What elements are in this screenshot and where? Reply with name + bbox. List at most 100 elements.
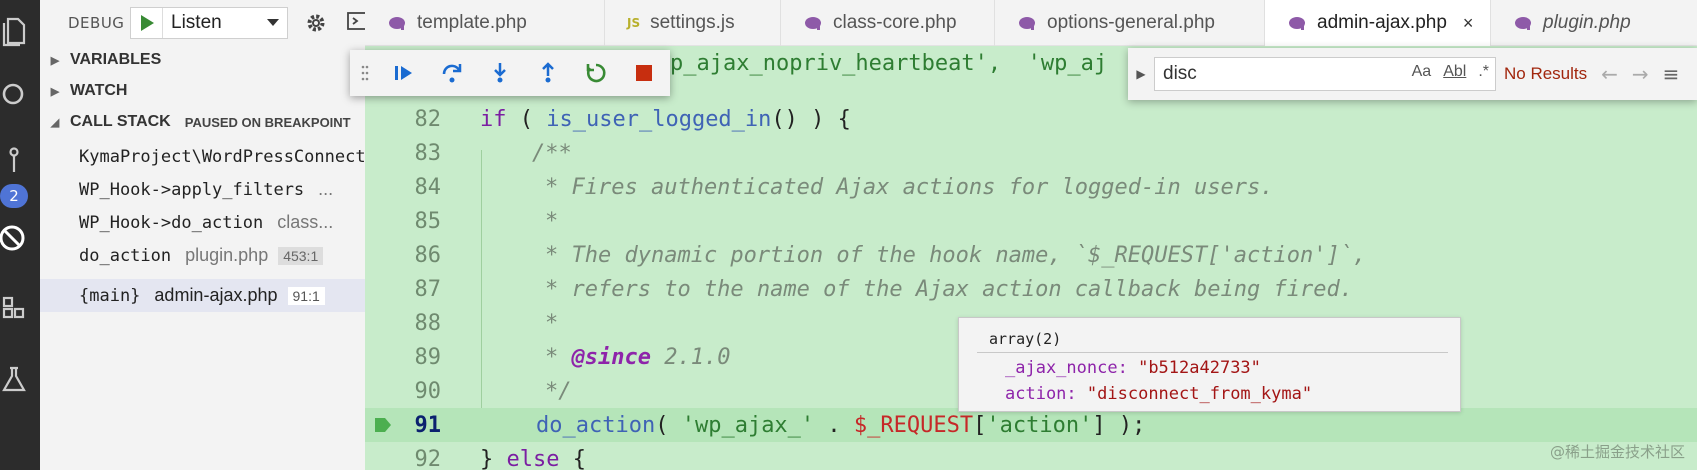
hover-row[interactable]: _ajax_nonce: "b512a42733" xyxy=(1005,358,1261,378)
watch-section[interactable]: ▶ WATCH xyxy=(40,76,365,106)
stack-frame-selected[interactable]: {main} admin-ajax.php 91:1 xyxy=(40,279,365,312)
chevron-down-icon: ◢ xyxy=(50,116,60,129)
find-in-selection-icon[interactable]: ≡ xyxy=(1663,62,1680,86)
step-out-button[interactable] xyxy=(524,53,572,93)
hover-value: "disconnect_from_kyma" xyxy=(1086,384,1313,404)
stack-frame[interactable]: KymaProject\WordPressConnector xyxy=(40,140,365,173)
debug-hover-widget: array(2) _ajax_nonce: "b512a42733" actio… xyxy=(958,317,1461,412)
watch-label: WATCH xyxy=(70,82,128,99)
find-widget: ▶ disc Aa Abl .* No Results ← → ≡ xyxy=(1128,48,1697,100)
explorer-icon[interactable] xyxy=(0,12,30,52)
frame-line: 453:1 xyxy=(278,246,324,265)
code-line-82: 82 if ( is_user_logged_in() ) { xyxy=(365,102,1697,136)
variables-label: VARIABLES xyxy=(70,51,162,68)
step-into-button[interactable] xyxy=(476,53,524,93)
launch-config-select[interactable]: Listen xyxy=(163,12,287,34)
search-icon[interactable] xyxy=(0,76,30,116)
debug-console-icon[interactable] xyxy=(347,12,365,34)
code-line-83: 83 /** xyxy=(365,136,1697,170)
variables-section[interactable]: ▶ VARIABLES xyxy=(40,45,365,75)
find-input[interactable]: disc Aa Abl .* xyxy=(1154,57,1496,91)
line-number: 87 xyxy=(414,276,442,302)
watermark: @稀土掘金技术社区 xyxy=(1549,443,1685,461)
stack-frame[interactable]: WP_Hook->do_action class... xyxy=(40,206,365,239)
hover-key: action: xyxy=(1005,384,1077,404)
tab-label: class-core.php xyxy=(833,12,957,33)
code-line-91-current: 91 do_action( 'wp_ajax_' . $_REQUEST['ac… xyxy=(365,408,1697,442)
code-line-87: 87 * refers to the name of the Ajax acti… xyxy=(365,272,1697,306)
php-elephant-icon xyxy=(1513,15,1533,31)
drag-handle-icon[interactable] xyxy=(350,64,380,82)
step-over-icon xyxy=(442,64,462,83)
close-icon[interactable]: × xyxy=(1463,13,1474,34)
stack-frame[interactable]: WP_Hook->apply_filters ... xyxy=(40,173,365,206)
debug-icon[interactable] xyxy=(0,218,30,258)
code-text: */ xyxy=(545,378,572,404)
find-status: No Results xyxy=(1504,64,1588,83)
code-line-86: 86 * The dynamic portion of the hook nam… xyxy=(365,238,1697,272)
tab-options-general-php[interactable]: options-general.php xyxy=(995,0,1265,46)
hover-row[interactable]: action: "disconnect_from_kyma" xyxy=(1005,384,1312,404)
find-input-value: disc xyxy=(1163,63,1197,84)
find-options: Aa Abl .* xyxy=(1412,63,1489,81)
code-text: * The dynamic portion of the hook name, … xyxy=(545,242,1367,268)
js-icon: JS xyxy=(627,16,641,30)
step-over-button[interactable] xyxy=(428,53,476,93)
call-stack-label: CALL STACK xyxy=(70,113,171,130)
tab-label: admin-ajax.php xyxy=(1317,12,1447,33)
code-line-84: 84 * Fires authenticated Ajax actions fo… xyxy=(365,170,1697,204)
tab-label: settings.js xyxy=(650,12,735,33)
line-number: 88 xyxy=(414,310,442,336)
toggle-replace-chevron-icon[interactable]: ▶ xyxy=(1128,67,1154,81)
line-number: 86 xyxy=(414,242,442,268)
tab-label: plugin.php xyxy=(1543,12,1631,33)
php-elephant-icon xyxy=(803,15,823,31)
code-text: if ( is_user_logged_in() ) { xyxy=(480,106,851,132)
chevron-right-icon: ▶ xyxy=(50,85,60,98)
tab-class-core-php[interactable]: class-core.php xyxy=(781,0,995,46)
frame-file: ... xyxy=(318,179,334,199)
tab-admin-ajax-php[interactable]: admin-ajax.php × xyxy=(1265,0,1491,46)
previous-match-arrow-icon[interactable]: ← xyxy=(1601,62,1618,86)
frame-file: plugin.php xyxy=(185,245,269,265)
code-text: * xyxy=(545,208,559,234)
call-stack-section[interactable]: ◢ CALL STACK PAUSED ON BREAKPOINT xyxy=(40,107,365,137)
debug-header: DEBUG Listen xyxy=(40,0,365,46)
tab-plugin-php[interactable]: plugin.php xyxy=(1491,0,1697,46)
use-regex-toggle[interactable]: .* xyxy=(1478,63,1489,81)
start-debugging-button[interactable] xyxy=(131,8,163,38)
source-control-badge: 2 xyxy=(0,184,28,208)
frame-function: KymaProject\WordPressConnector xyxy=(79,146,365,167)
php-elephant-icon xyxy=(1017,15,1037,31)
frame-function: {main} xyxy=(79,285,141,306)
frame-function: WP_Hook->do_action xyxy=(79,212,264,233)
line-number: 92 xyxy=(414,446,442,470)
step-into-icon xyxy=(494,63,506,83)
php-elephant-icon xyxy=(1287,15,1307,31)
debug-toolbar xyxy=(350,50,670,96)
restart-button[interactable] xyxy=(572,53,620,93)
source-control-icon[interactable] xyxy=(0,142,30,182)
frame-file: class... xyxy=(277,212,334,232)
frame-function: WP_Hook->apply_filters xyxy=(79,179,305,200)
line-number: 83 xyxy=(414,140,442,166)
continue-button[interactable] xyxy=(380,53,428,93)
line-number: 90 xyxy=(414,378,442,404)
frame-line: 91:1 xyxy=(287,286,325,305)
gear-icon[interactable] xyxy=(302,9,330,37)
extensions-icon[interactable] xyxy=(0,288,30,328)
tab-settings-js[interactable]: JS settings.js xyxy=(605,0,781,46)
hover-key: _ajax_nonce: xyxy=(1005,358,1128,378)
stop-button[interactable] xyxy=(620,53,668,93)
launch-config-group: Listen xyxy=(130,7,288,39)
play-icon xyxy=(140,15,154,31)
next-match-arrow-icon[interactable]: → xyxy=(1632,62,1649,86)
match-whole-word-toggle[interactable]: Abl xyxy=(1443,63,1466,81)
restart-icon xyxy=(586,63,606,83)
tab-template-php[interactable]: template.php xyxy=(365,0,605,46)
dropdown-caret-icon xyxy=(267,19,279,26)
test-flask-icon[interactable] xyxy=(0,360,30,400)
match-case-toggle[interactable]: Aa xyxy=(1412,63,1432,81)
code-text: * @since 2.1.0 xyxy=(545,344,731,370)
stack-frame[interactable]: do_action plugin.php 453:1 xyxy=(40,239,365,272)
